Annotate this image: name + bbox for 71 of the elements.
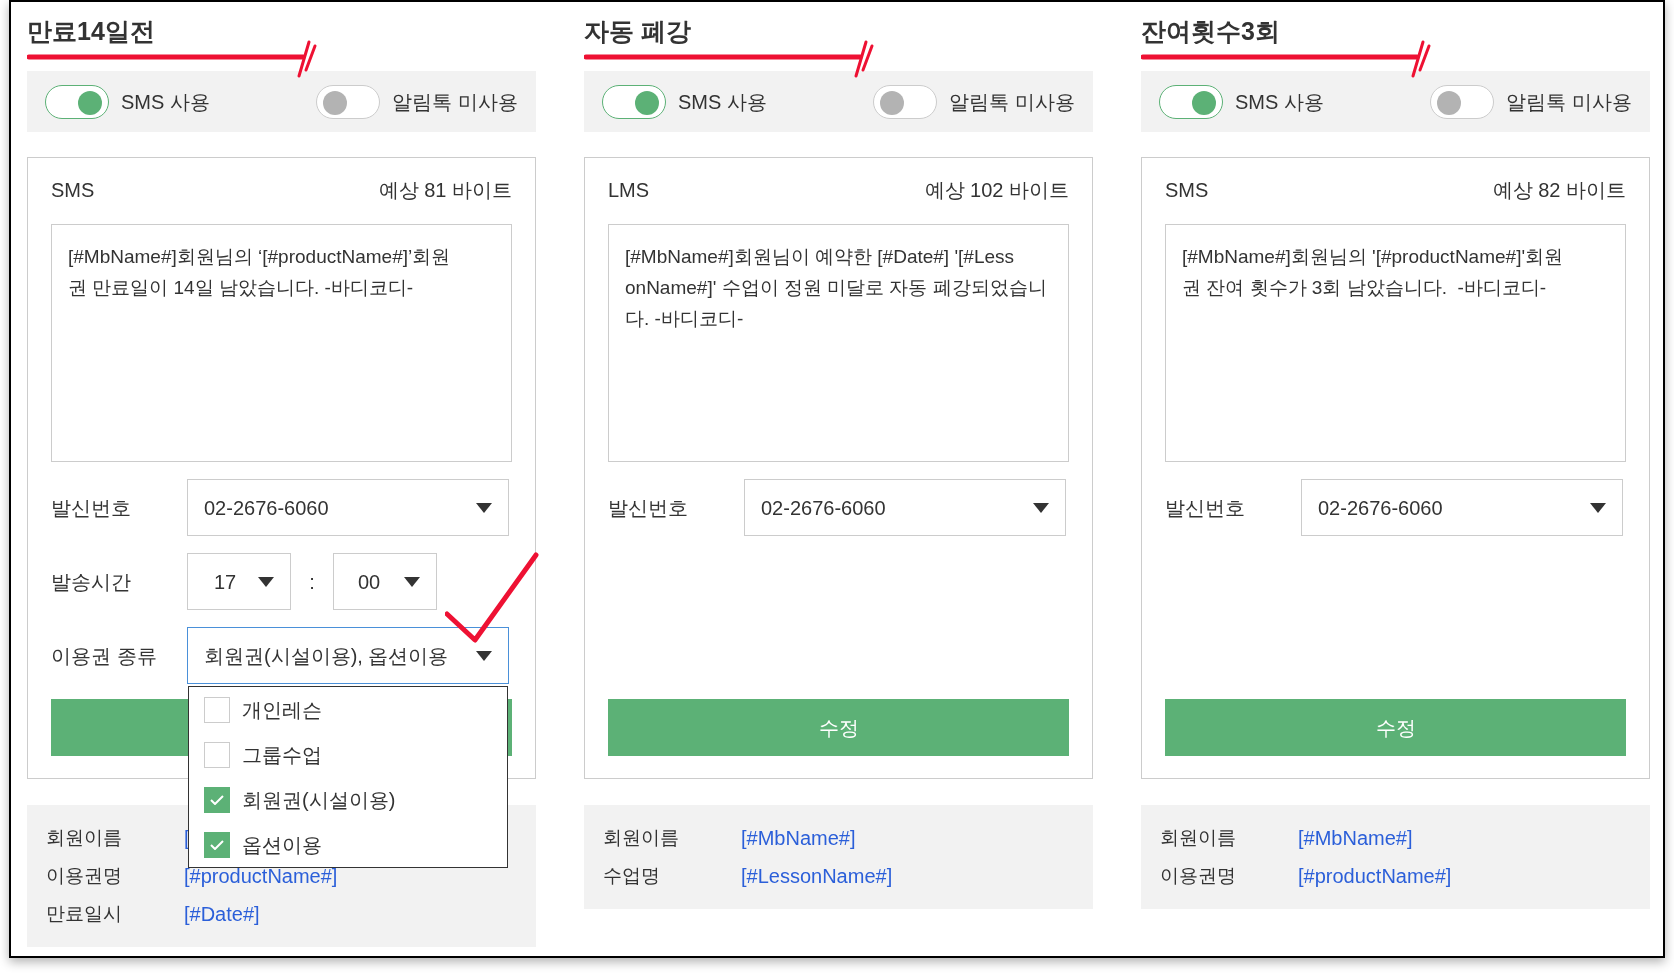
dropdown-select[interactable]: 17 [187, 553, 291, 610]
toggle-switch[interactable] [1159, 84, 1223, 119]
variable-token[interactable]: [#MbName#] [1298, 823, 1413, 853]
toggle-label: 알림톡 미사용 [1506, 89, 1632, 115]
variable-token[interactable]: [ [184, 823, 190, 853]
caret-icon [476, 650, 492, 661]
select-value: 17 [214, 569, 237, 595]
field-label: 발신번호 [51, 495, 132, 521]
checkbox[interactable] [204, 786, 230, 813]
variable-label: 이용권명 [1160, 863, 1237, 888]
variable-token[interactable]: [#Date#] [184, 899, 260, 929]
byte-count: 예상 102 바이트 [924, 178, 1069, 203]
variable-label: 수업명 [603, 863, 661, 888]
field-label: 발신번호 [1165, 495, 1246, 521]
caret-icon [1033, 502, 1049, 513]
check-icon [210, 794, 224, 805]
caret-icon [404, 576, 420, 587]
variable-token[interactable]: [#LessonName#] [741, 861, 893, 891]
toggle-label: SMS 사용 [678, 89, 767, 115]
byte-count: 예상 81 바이트 [378, 178, 512, 203]
field-label: 이용권 종류 [51, 643, 158, 669]
dropdown-option[interactable]: 그룹수업 [189, 732, 507, 777]
time-separator: : [308, 569, 316, 595]
select-value: 02-2676-6060 [204, 495, 329, 521]
caret-icon [1590, 502, 1606, 513]
checkbox[interactable] [204, 831, 230, 858]
dropdown-option[interactable]: 개인레슨 [189, 687, 507, 732]
message-type: LMS [608, 178, 650, 203]
select-value: 02-2676-6060 [1318, 495, 1443, 521]
section-title: 만료14일전 [27, 16, 155, 46]
variable-label: 회원이름 [1160, 825, 1237, 850]
section-title: 자동 폐강 [584, 16, 691, 46]
byte-count: 예상 82 바이트 [1492, 178, 1626, 203]
dropdown-select[interactable]: 회원권(시설이용), 옵션이용 [187, 627, 509, 684]
variable-label: 회원이름 [603, 825, 680, 850]
dropdown-select[interactable]: 00 [333, 553, 437, 610]
message-field[interactable]: [#MbName#]회원님의 '[#productName#]'회원 권 잔여 횟수가 3회 남았습니다. -바디코디- [1165, 224, 1626, 462]
field-label: 발송시간 [51, 569, 132, 595]
dropdown-select[interactable]: 02-2676-6060 [187, 479, 509, 536]
dropdown-option[interactable]: 옵션이용 [189, 822, 507, 867]
variable-token[interactable]: [#MbName#] [741, 823, 856, 853]
dropdown-option[interactable]: 회원권(시설이용) [189, 777, 507, 822]
caret-icon [476, 502, 492, 513]
toggle-switch[interactable] [45, 84, 109, 119]
toggle-switch[interactable] [1430, 84, 1495, 119]
select-value: 02-2676-6060 [761, 495, 886, 521]
variable-label: 이용권명 [46, 863, 123, 888]
message-field[interactable]: [#MbName#]회원님의 ‘[#productName#]’회원 권 만료일이 14일 남았습니다. -바디코디- [51, 224, 512, 462]
toggle-switch[interactable] [316, 84, 381, 119]
caret-icon [258, 576, 274, 587]
select-value: 00 [358, 569, 381, 595]
toggle-switch[interactable] [602, 84, 666, 119]
dropdown-select[interactable]: 02-2676-6060 [744, 479, 1066, 536]
check-icon [210, 839, 224, 850]
variable-token[interactable]: [#productName#] [1298, 861, 1452, 891]
toggle-label: SMS 사용 [121, 89, 210, 115]
checkbox[interactable] [204, 741, 230, 768]
toggle-switch[interactable] [873, 84, 938, 119]
variable-label: 만료일시 [46, 901, 123, 926]
select-value: 회원권(시설이용), 옵션이용 [204, 643, 449, 669]
dropdown-select[interactable]: 02-2676-6060 [1301, 479, 1623, 536]
message-field[interactable]: [#MbName#]회원님이 예약한 [#Date#] '[#Less onName#]' 수업이 정원 미달로 자동 폐강되었습니 다. -바디코디- [608, 224, 1069, 462]
variable-label: 회원이름 [46, 825, 123, 850]
section-title: 잔여횟수3회 [1141, 16, 1280, 46]
checkbox[interactable] [204, 696, 230, 723]
field-label: 발신번호 [608, 495, 689, 521]
message-type: SMS [1165, 178, 1209, 203]
toggle-label: 알림톡 미사용 [949, 89, 1075, 115]
message-type: SMS [51, 178, 95, 203]
toggle-label: SMS 사용 [1235, 89, 1324, 115]
toggle-label: 알림톡 미사용 [392, 89, 518, 115]
